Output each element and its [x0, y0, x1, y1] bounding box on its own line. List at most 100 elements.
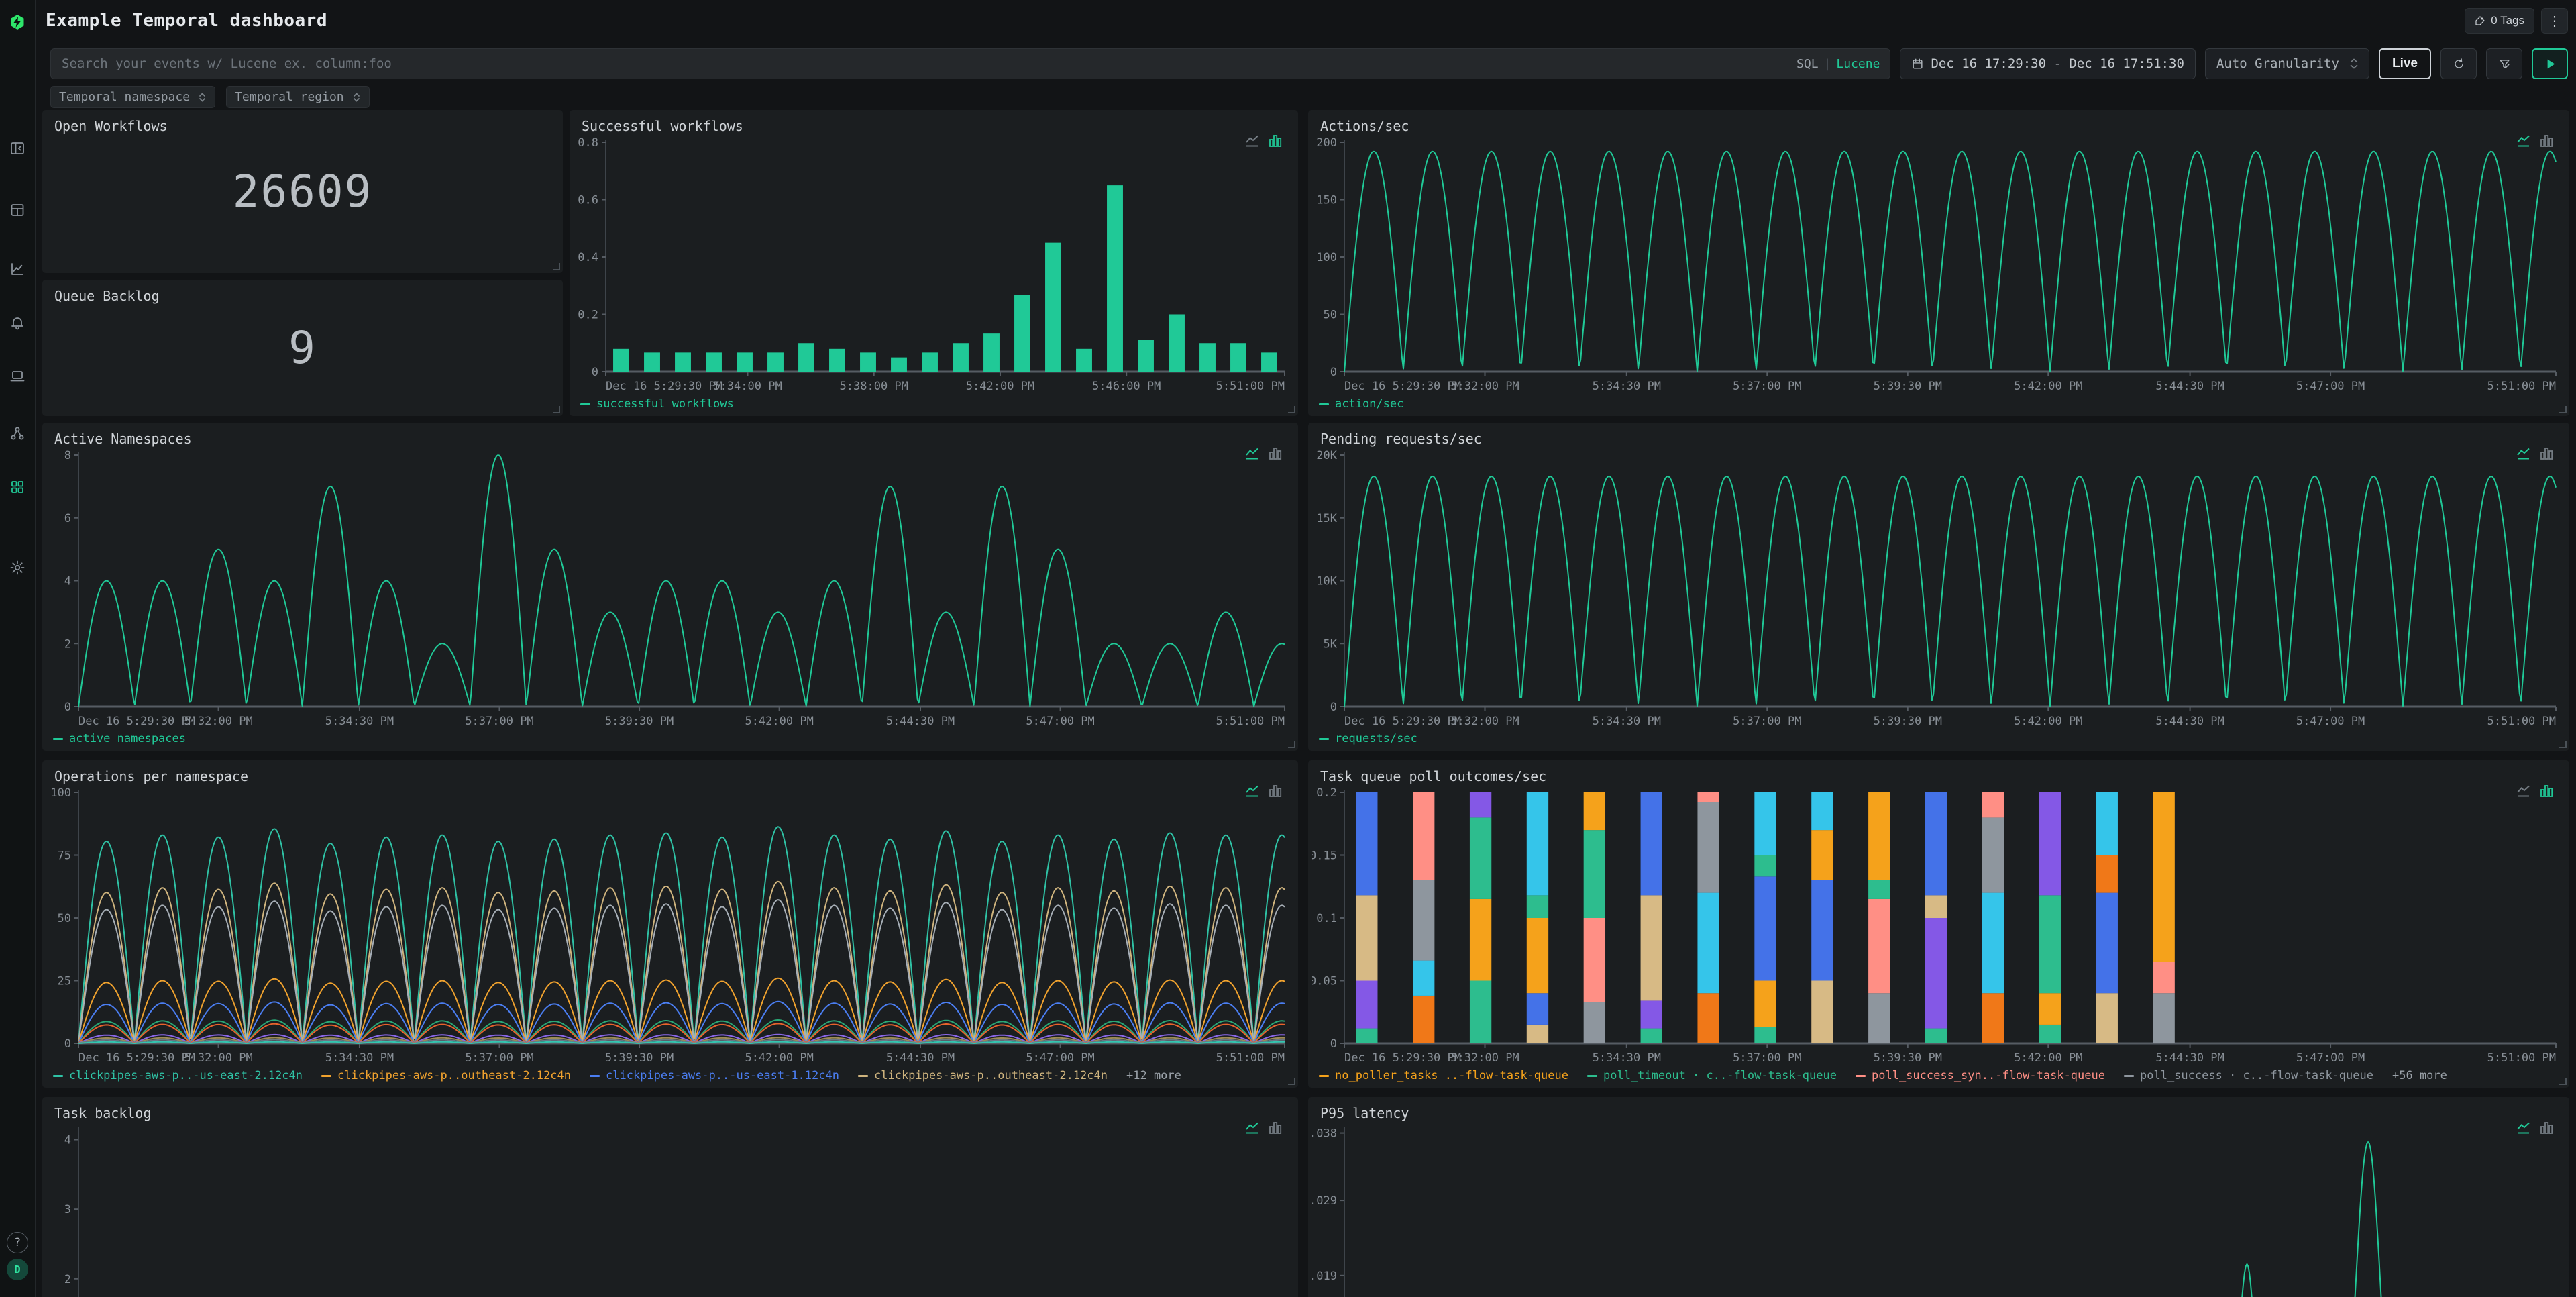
chart-type-toggle: [2516, 446, 2555, 462]
legend-more-link[interactable]: +12 more: [1126, 1069, 1181, 1082]
bar-chart-toggle-icon[interactable]: [1267, 446, 1283, 462]
legend-more-link[interactable]: +56 more: [2392, 1069, 2447, 1082]
bar-chart-toggle-icon[interactable]: [2538, 1120, 2555, 1136]
filter-temporal-namespace[interactable]: Temporal namespace: [50, 86, 215, 108]
line-chart-toggle-icon[interactable]: [1244, 1120, 1260, 1136]
panel-menu-button[interactable]: ⋮: [2541, 8, 2568, 34]
legend-item[interactable]: successful workflows: [580, 397, 734, 411]
panel-title: Actions/sec: [1320, 118, 1409, 134]
svg-text:5:51:00 PM: 5:51:00 PM: [2487, 715, 2556, 728]
resize-handle[interactable]: [553, 406, 560, 413]
legend-item[interactable]: clickpipes-aws-p..outheast-2.12c4n: [858, 1069, 1108, 1082]
legend-item[interactable]: action/sec: [1319, 397, 1403, 411]
resize-handle[interactable]: [1288, 741, 1295, 748]
legend-item[interactable]: clickpipes-aws-p..-us-east-2.12c4n: [53, 1069, 303, 1082]
sidebar-item-search[interactable]: [9, 201, 26, 219]
sidebar-item-service-map[interactable]: [9, 425, 26, 442]
svg-text:50: 50: [1324, 309, 1337, 322]
svg-text:8: 8: [64, 449, 71, 462]
resize-handle[interactable]: [1288, 406, 1295, 413]
sidebar-item-settings[interactable]: [9, 559, 26, 576]
bar-chart-toggle-icon[interactable]: [1267, 783, 1283, 799]
chart-type-toggle: [1244, 783, 1283, 799]
live-button[interactable]: Live: [2379, 48, 2431, 79]
sidebar-item-dashboards[interactable]: [9, 478, 26, 496]
legend-item[interactable]: active namespaces: [53, 732, 186, 745]
svg-text:100: 100: [50, 786, 71, 800]
svg-text:0: 0: [64, 1037, 71, 1051]
svg-text:0: 0: [64, 701, 71, 714]
svg-text:6: 6: [64, 512, 71, 525]
kebab-icon: ⋮: [2548, 13, 2561, 30]
svg-text:25: 25: [58, 975, 71, 988]
resize-handle[interactable]: [1288, 1078, 1295, 1085]
bar-chart-toggle-icon[interactable]: [1267, 1120, 1283, 1136]
sidebar-item-alerts[interactable]: [9, 314, 26, 331]
refresh-button[interactable]: [2440, 48, 2477, 79]
resize-handle[interactable]: [2559, 406, 2567, 413]
line-chart-toggle-icon[interactable]: [1244, 133, 1260, 149]
help-button[interactable]: ?: [7, 1232, 28, 1253]
avatar[interactable]: D: [7, 1259, 28, 1280]
legend-series-label: poll_timeout · c..-flow-task-queue: [1603, 1069, 1837, 1082]
svg-text:Dec 16 5:29:30 PM: Dec 16 5:29:30 PM: [1344, 1051, 1461, 1065]
panel-title: Successful workflows: [582, 118, 743, 134]
lucene-label[interactable]: Lucene: [1836, 57, 1880, 71]
legend-item[interactable]: requests/sec: [1319, 732, 1417, 745]
resize-handle[interactable]: [2559, 741, 2567, 748]
svg-text:5:39:30 PM: 5:39:30 PM: [1874, 715, 1942, 728]
legend-item[interactable]: poll_timeout · c..-flow-task-queue: [1587, 1069, 1837, 1082]
search-input[interactable]: [50, 48, 1890, 79]
granularity-select[interactable]: Auto Granularity: [2205, 48, 2369, 79]
legend-item[interactable]: clickpipes-aws-p..-us-east-1.12c4n: [590, 1069, 839, 1082]
svg-text:5:42:00 PM: 5:42:00 PM: [966, 380, 1034, 393]
svg-text:5:51:00 PM: 5:51:00 PM: [1216, 715, 1285, 728]
line-chart-toggle-icon[interactable]: [2516, 1120, 2532, 1136]
sql-label[interactable]: SQL: [1796, 57, 1819, 71]
panel-p95-latency: P95 latency 0.0380.0290.019: [1308, 1097, 2569, 1297]
sidebar-item-sessions[interactable]: [9, 368, 26, 385]
legend-series-label: clickpipes-aws-p..-us-east-2.12c4n: [69, 1069, 303, 1082]
legend-series-dash: [590, 1075, 600, 1077]
svg-text:0.1: 0.1: [1316, 912, 1337, 925]
bar-chart-toggle-icon[interactable]: [1267, 133, 1283, 149]
filter-temporal-region[interactable]: Temporal region: [226, 86, 370, 108]
svg-text:5:42:00 PM: 5:42:00 PM: [2014, 380, 2082, 393]
line-chart-toggle-icon[interactable]: [1244, 783, 1260, 799]
line-chart-toggle-icon[interactable]: [2516, 133, 2532, 149]
svg-text:5:32:00 PM: 5:32:00 PM: [1450, 1051, 1519, 1065]
svg-text:5:44:30 PM: 5:44:30 PM: [2155, 715, 2224, 728]
svg-text:5:47:00 PM: 5:47:00 PM: [1026, 715, 1094, 728]
legend-item[interactable]: clickpipes-aws-p..outheast-2.12c4n: [321, 1069, 571, 1082]
tags-button[interactable]: 0 Tags: [2465, 8, 2534, 34]
sidebar-item-chart-explorer[interactable]: [9, 260, 26, 278]
filter-button[interactable]: [2486, 48, 2522, 79]
svg-text:5:37:00 PM: 5:37:00 PM: [1733, 1051, 1801, 1065]
svg-text:Dec 16 5:29:30 PM: Dec 16 5:29:30 PM: [1344, 380, 1461, 393]
legend-series-label: successful workflows: [596, 397, 734, 411]
svg-text:2: 2: [64, 637, 71, 651]
line-chart-toggle-icon[interactable]: [2516, 446, 2532, 462]
avatar-label: D: [14, 1263, 20, 1276]
resize-handle[interactable]: [553, 263, 560, 270]
svg-text:5:34:30 PM: 5:34:30 PM: [1593, 715, 1661, 728]
legend-item[interactable]: poll_success · c..-flow-task-queue: [2124, 1069, 2373, 1082]
time-range-picker[interactable]: Dec 16 17:29:30 - Dec 16 17:51:30: [1900, 48, 2196, 79]
bar-chart-toggle-icon[interactable]: [2538, 446, 2555, 462]
sidebar-item-collapse[interactable]: [9, 140, 26, 157]
query-language-toggle[interactable]: SQL | Lucene: [1796, 48, 1880, 79]
filter-funnel-icon: [2498, 58, 2511, 70]
legend-item[interactable]: poll_success_syn..-flow-task-queue: [1856, 1069, 2105, 1082]
line-chart-toggle-icon[interactable]: [1244, 446, 1260, 462]
run-query-button[interactable]: [2532, 48, 2568, 79]
svg-text:0.8: 0.8: [578, 136, 598, 150]
svg-text:5:42:00 PM: 5:42:00 PM: [745, 1051, 813, 1065]
logo-hexagon-bolt-icon[interactable]: [6, 11, 29, 34]
line-chart-toggle-icon[interactable]: [2516, 783, 2532, 799]
legend-series-dash: [1856, 1075, 1866, 1077]
svg-text:20K: 20K: [1316, 449, 1337, 462]
bar-chart-toggle-icon[interactable]: [2538, 783, 2555, 799]
resize-handle[interactable]: [2559, 1078, 2567, 1085]
bar-chart-toggle-icon[interactable]: [2538, 133, 2555, 149]
legend-item[interactable]: no_poller_tasks ..-flow-task-queue: [1319, 1069, 1568, 1082]
